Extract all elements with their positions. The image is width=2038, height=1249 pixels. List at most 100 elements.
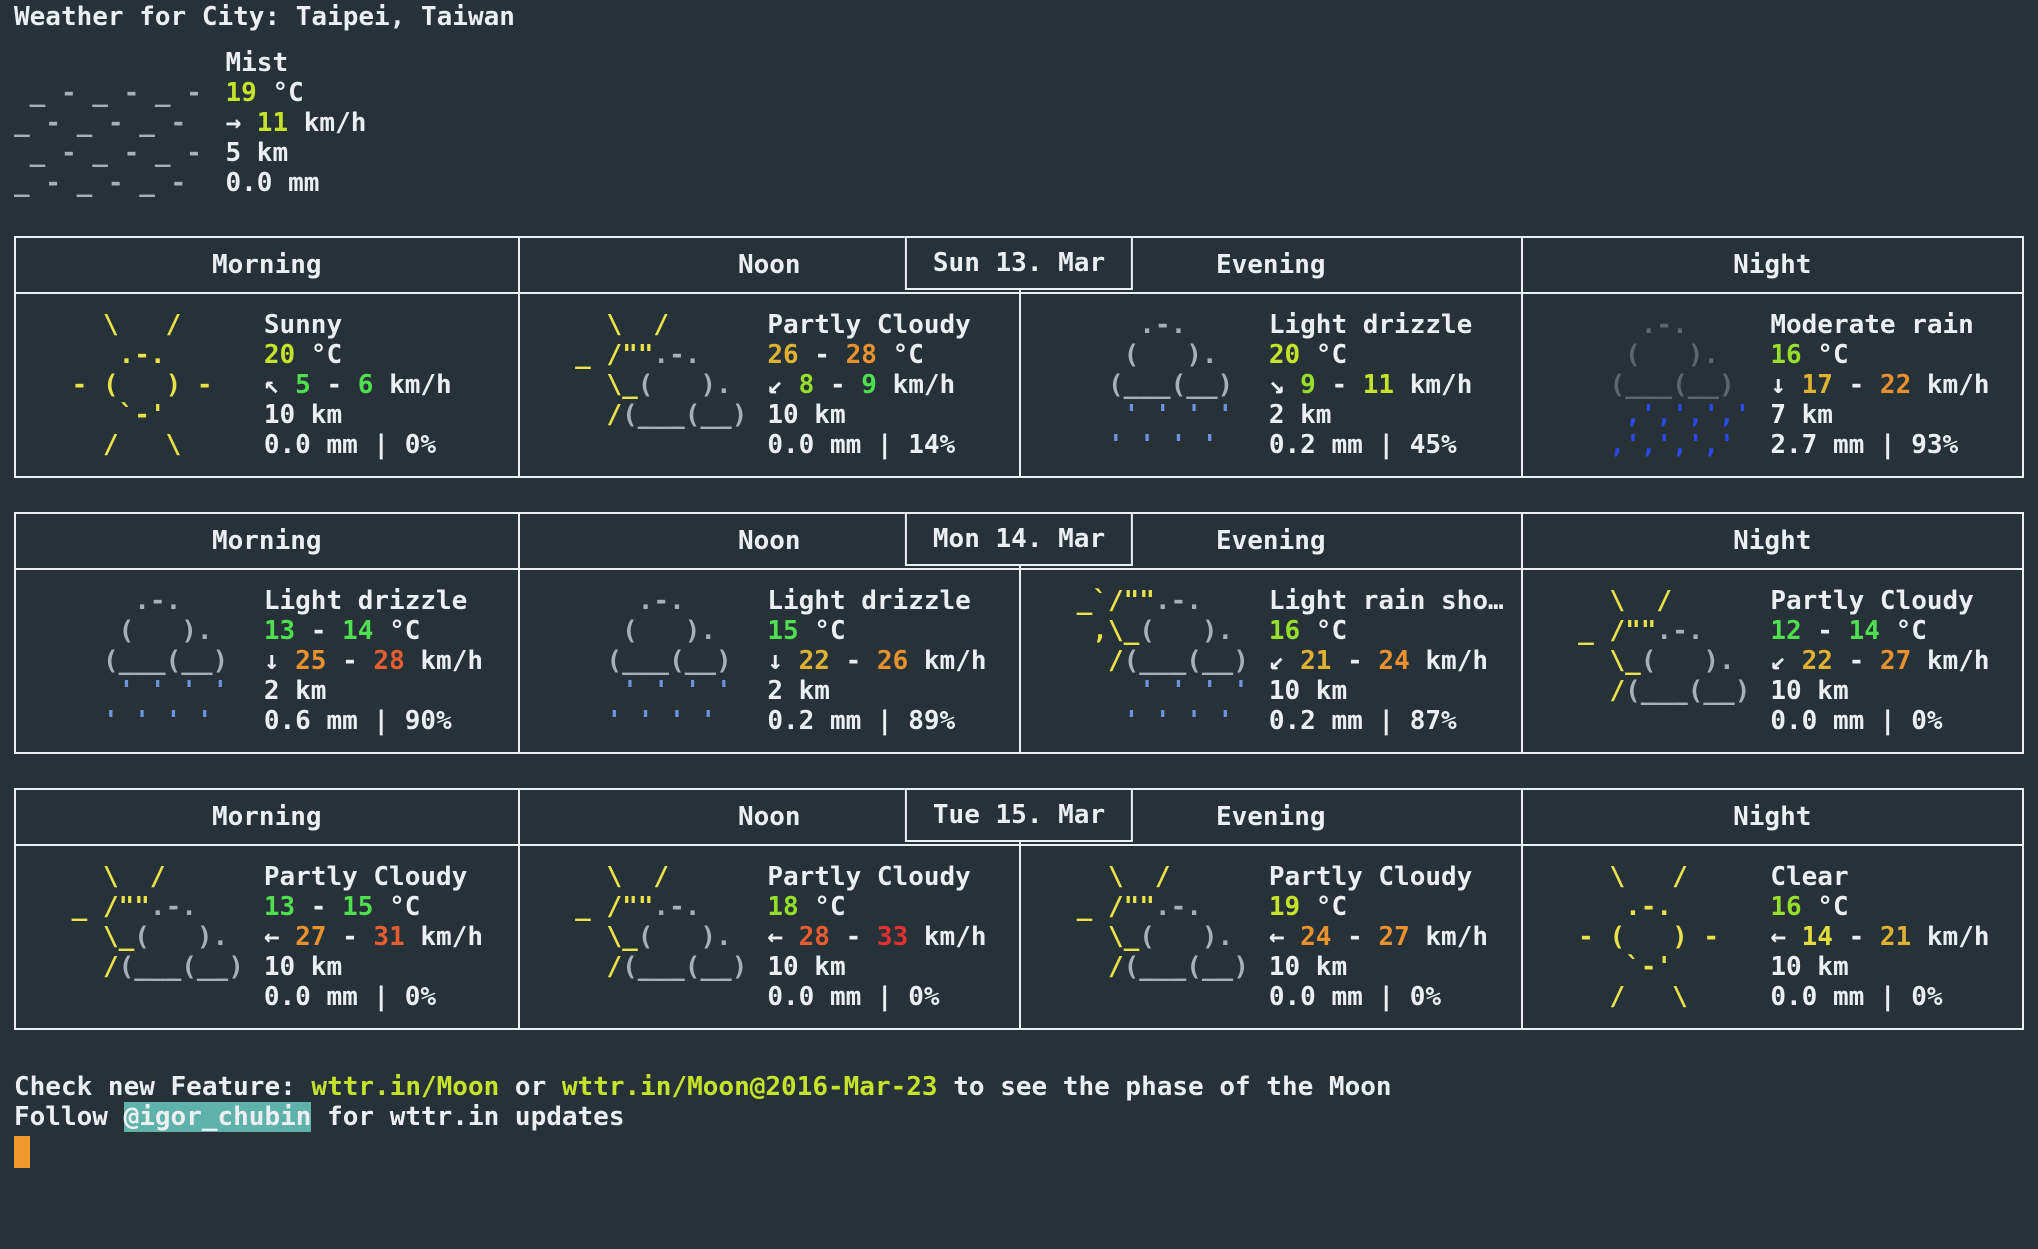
text-segment: 7 km xyxy=(1770,400,1833,430)
column-header: Night xyxy=(1520,514,2022,570)
text-segment: 21 xyxy=(1879,922,1912,952)
text-segment: ↘ xyxy=(1268,370,1301,400)
text-segment: ( ). xyxy=(134,922,229,952)
forecast-cell: _`/"".-. ,\_( ). /(___(__) ' ' ' ' ' ' '… xyxy=(1019,570,1521,752)
text-segment: .-. xyxy=(1562,310,1688,340)
column-header: Morning xyxy=(16,790,518,846)
text-segment: .-. xyxy=(149,892,197,922)
text-segment: _ - _ - _ - xyxy=(14,138,218,168)
twitter-mention-highlight[interactable]: @igor_chubin xyxy=(123,1102,312,1132)
text-segment: (___(__) xyxy=(1123,952,1249,982)
text-segment: 2.7 mm | 93% xyxy=(1770,430,1959,460)
text-segment: 24 xyxy=(1378,646,1410,676)
text-segment: _`/"" xyxy=(1061,586,1155,616)
text-segment: .-. xyxy=(56,586,182,616)
text-segment: 0.0 mm | 0% xyxy=(263,982,437,1012)
text-segment: 11 xyxy=(1362,370,1395,400)
current-conditions-text: Mist 19 °C → 11 km/h 5 km 0.0 mm xyxy=(225,48,366,198)
text-segment: / xyxy=(1061,952,1124,982)
text-segment: _ /"" xyxy=(1061,892,1155,922)
text-segment: ← xyxy=(263,922,296,952)
text-segment: 5 km xyxy=(225,138,289,168)
forecast-cell-text: Partly Cloudy 19 °C ← 24 - 27 km/h 10 km… xyxy=(1269,862,1488,1012)
text-segment: °C xyxy=(1300,892,1348,922)
current-conditions: _ - _ - _ - _ - _ - _ - _ - _ - _ - _ - … xyxy=(14,48,2024,198)
text-segment: _ /"" xyxy=(559,892,654,922)
text-segment: / xyxy=(1562,676,1626,706)
text-segment: (___(__) xyxy=(622,400,748,430)
follow-line: Follow @igor_chubin for wttr.in updates xyxy=(14,1102,2024,1132)
day-banner: Sun 13. Mar xyxy=(904,236,1134,290)
text-segment: ' ' ' ' xyxy=(56,706,213,736)
text-segment: / xyxy=(559,400,623,430)
text-segment: `-' xyxy=(1562,952,1735,982)
forecast-cell: .-. ( ). (___(__) ' ' ' ' ' ' ' ' Light d… xyxy=(1019,294,1521,476)
forecast-cell: .-. ( ). (___(__) ' ' ' ' ' ' ' ' Light d… xyxy=(517,570,1020,752)
text-segment: 19 xyxy=(225,78,257,108)
text-segment: 11 xyxy=(256,108,289,138)
text-segment: ↓ xyxy=(1770,370,1802,400)
text-segment: 2 km xyxy=(1268,400,1332,430)
text-segment: ' ' ' ' xyxy=(1061,400,1234,430)
text-segment: 19 xyxy=(1268,892,1301,922)
text-segment: - xyxy=(1331,922,1379,952)
forecast-cell: .-. ( ). (___(__) ' ' ' ' ' ' ' ' Light d… xyxy=(16,570,518,752)
page-title: Weather for City: Taipei, Taiwan xyxy=(14,2,515,32)
day-section: Mon 14. Mar Morning Noon Evening Night .-. … xyxy=(14,512,2024,754)
moon-feature-line: Check new Feature: wttr.in/Moon or wttr.… xyxy=(14,1072,2024,1102)
text-segment: / xyxy=(559,952,623,982)
text-segment: 13 xyxy=(263,616,296,646)
text-segment: 10 km xyxy=(767,400,846,430)
text-segment: ↓ xyxy=(263,646,296,676)
forecast-cell-text: Light rain sho… 16 °C ↙ 21 - 24 km/h 10 … xyxy=(1269,586,1504,736)
text-segment: Sunny xyxy=(263,310,343,340)
mist-weather-icon: _ - _ - _ - _ - _ - _ - _ - _ - _ - _ - … xyxy=(14,48,217,198)
text-segment: 0.6 mm | 90% xyxy=(263,706,452,736)
forecast-cell: \ / .-. - ( ) - `-' / \ Sunny 20 °C ↖ 5 … xyxy=(16,294,518,476)
text-segment: km/h xyxy=(404,646,484,676)
text-segment: 12 xyxy=(1770,616,1802,646)
text-segment: 0.0 mm | 0% xyxy=(263,430,437,460)
text-segment: 0.0 mm | 0% xyxy=(1770,706,1943,736)
text-segment: - ( ) - xyxy=(1562,922,1735,952)
text-segment: (___(__) xyxy=(622,952,748,982)
text-segment: 16 xyxy=(1268,616,1301,646)
text-segment: Check new Feature: xyxy=(14,1072,312,1102)
text-segment: _ /"" xyxy=(1562,616,1657,646)
text-segment: 22 xyxy=(1879,370,1912,400)
text-segment: 2 km xyxy=(767,676,830,706)
day-section: Tue 15. Mar Morning Noon Evening Night \ / … xyxy=(14,788,2024,1030)
text-segment: 14 xyxy=(342,616,374,646)
wttr-moon-link[interactable]: wttr.in/Moon@2016-Mar-23 xyxy=(562,1072,938,1102)
text-segment: → xyxy=(225,108,257,138)
text-segment: .-. xyxy=(1154,892,1202,922)
terminal-cursor[interactable] xyxy=(14,1136,30,1168)
text-segment: .-. xyxy=(653,340,701,370)
text-segment: _ /"" xyxy=(559,340,654,370)
text-segment: \_ xyxy=(1562,646,1641,676)
wttr-moon-link[interactable]: wttr.in/Moon xyxy=(311,1072,499,1102)
partly-cloudy-weather-icon: \ / _ /"".-. \_( ). /(___(__) xyxy=(56,862,244,1012)
text-segment: °C xyxy=(1801,340,1849,370)
text-segment: °C xyxy=(295,340,343,370)
text-segment: km/h xyxy=(404,922,484,952)
sunny-weather-icon: \ / .-. - ( ) - `-' / \ xyxy=(1563,862,1751,1012)
text-segment: \ / xyxy=(56,862,166,892)
text-segment: 27 xyxy=(295,922,327,952)
light-rain-shower-weather-icon: _`/"".-. ,\_( ). /(___(__) ' ' ' ' ' ' '… xyxy=(1061,586,1249,736)
text-segment: °C xyxy=(1300,340,1348,370)
column-header: Night xyxy=(1520,238,2022,294)
text-segment: - xyxy=(1832,646,1880,676)
text-segment: 22 xyxy=(1801,646,1833,676)
text-segment: 6 xyxy=(357,370,374,400)
text-segment: .-. xyxy=(1562,892,1735,922)
text-segment: ↙ xyxy=(767,370,799,400)
text-segment: 20 xyxy=(1268,340,1301,370)
forecast-cell-text: Clear 16 °C ← 14 - 21 km/h 10 km 0.0 mm … xyxy=(1770,862,1989,1012)
text-segment: 28 xyxy=(845,340,877,370)
forecast-cell-text: Partly Cloudy 13 - 15 °C ← 27 - 31 km/h … xyxy=(264,862,483,1012)
text-segment: ( ). xyxy=(637,922,732,952)
text-segment: 16 xyxy=(1770,340,1802,370)
text-segment: - xyxy=(295,892,343,922)
text-segment: Partly Cloudy xyxy=(1770,586,1974,616)
